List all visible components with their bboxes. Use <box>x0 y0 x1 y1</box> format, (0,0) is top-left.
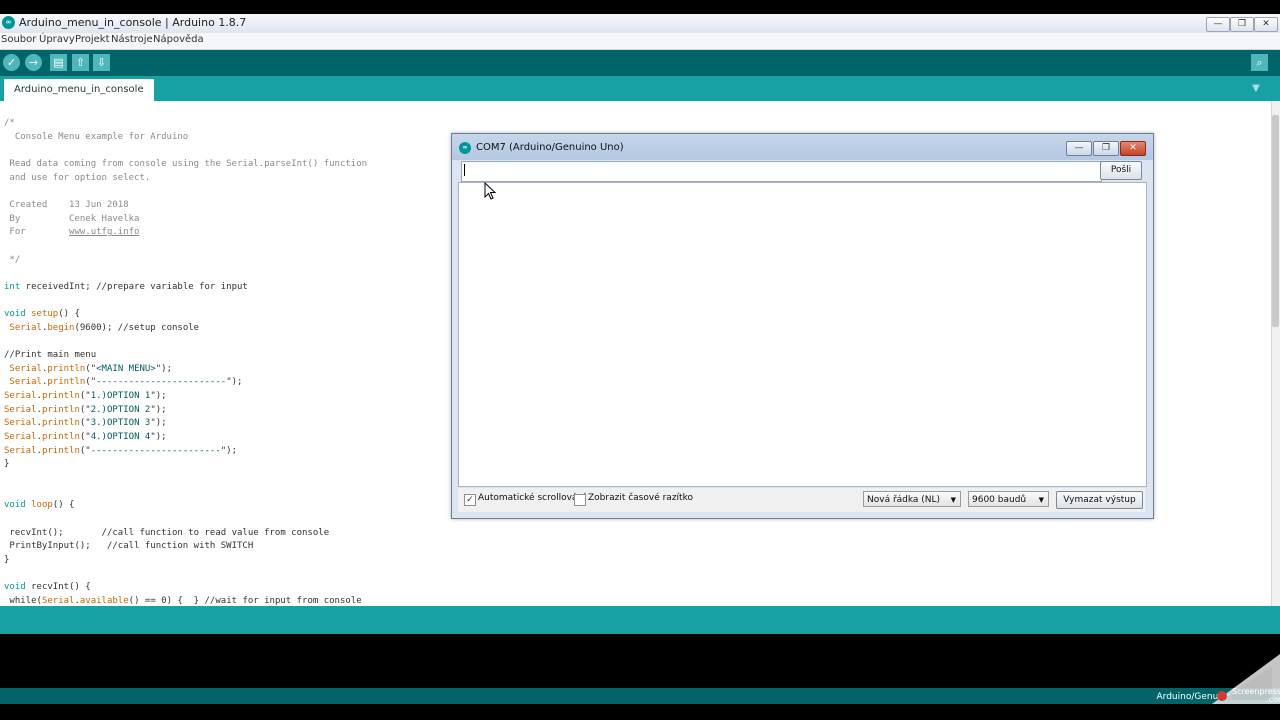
baud-rate-select[interactable]: 9600 baudů ▼ <box>968 491 1049 507</box>
new-file-icon: ▤ <box>53 56 64 69</box>
new-button[interactable]: ▤ <box>50 54 67 71</box>
menu-projekt[interactable]: Projekt <box>75 34 110 45</box>
close-button[interactable]: ✕ <box>1254 17 1278 32</box>
autoscroll-label[interactable]: Automatické scrollování <box>478 493 586 503</box>
timestamp-checkbox[interactable] <box>574 494 586 506</box>
code-line: Serial.println("1.)OPTION 1"); <box>4 391 167 402</box>
serial-input-field[interactable] <box>461 161 1102 182</box>
menu-upravy[interactable]: Úpravy <box>39 34 75 45</box>
serial-monitor-button[interactable]: ⌕ <box>1251 54 1268 71</box>
arduino-logo-icon: ∞ <box>2 16 15 29</box>
magnifier-icon: ⌕ <box>1256 56 1263 69</box>
window-title: Arduino_menu_in_console | Arduino 1.8.7 <box>19 16 247 29</box>
code-line: void loop() { <box>4 500 75 511</box>
baud-rate-value: 9600 baudů <box>972 495 1027 505</box>
code-line: Read data coming from console using the … <box>4 158 368 169</box>
code-line: By Cenek Havelka <box>4 213 140 224</box>
restore-button[interactable]: ❐ <box>1230 17 1254 32</box>
minimize-button[interactable]: — <box>1206 17 1230 32</box>
serial-output-area[interactable] <box>458 182 1147 487</box>
menu-nastroje[interactable]: Nástroje <box>111 34 153 45</box>
code-line: Serial.println("3.)OPTION 3"); <box>4 418 167 429</box>
serial-monitor-window: ∞ COM7 (Arduino/Genuino Uno) — ❐ ✕ Pošli… <box>451 133 1154 519</box>
scrollbar-thumb[interactable] <box>1272 115 1279 327</box>
open-icon: ⇧ <box>75 56 86 69</box>
check-icon: ✓ <box>466 495 474 505</box>
menu-soubor[interactable]: Soubor <box>1 34 36 45</box>
serial-close-button[interactable]: ✕ <box>1120 141 1146 156</box>
code-line: PrintByInput(); //call function with SWI… <box>4 541 254 552</box>
code-line: Created 13 Jun 2018 <box>4 199 129 210</box>
code-line: } <box>4 555 10 565</box>
arduino-logo-icon: ∞ <box>459 142 471 154</box>
save-icon: ⇩ <box>96 56 107 69</box>
code-line: void recvInt() { <box>4 582 91 593</box>
code-line: Serial.println("------------------------… <box>4 445 238 456</box>
upload-button[interactable]: → <box>25 54 42 71</box>
check-icon: ✓ <box>6 56 17 69</box>
open-button[interactable]: ⇧ <box>72 54 89 71</box>
serial-minimize-button[interactable]: — <box>1066 141 1092 156</box>
code-line: Serial.println("------------------------… <box>9 377 243 388</box>
line-ending-value: Nová řádka (NL) <box>867 495 941 505</box>
serial-monitor-titlebar[interactable]: ∞ COM7 (Arduino/Genuino Uno) — ❐ ✕ <box>452 134 1153 160</box>
send-button[interactable]: Pošli <box>1100 161 1142 180</box>
toolbar: ✓ → ▤ ⇧ ⇩ ⌕ <box>0 50 1280 76</box>
chevron-down-icon: ▼ <box>1038 496 1044 504</box>
arrow-right-icon: → <box>28 56 39 69</box>
menu-bar: Soubor Úpravy Projekt Nástroje Nápověda <box>0 33 1280 50</box>
code-line: while(Serial.available() == 0) { } //wai… <box>4 595 362 606</box>
autoscroll-checkbox[interactable]: ✓ <box>464 494 476 506</box>
code-line: Serial.println("4.)OPTION 4"); <box>4 432 167 443</box>
serial-options-bar: ✓ Automatické scrollování Zobrazit časov… <box>458 488 1145 512</box>
clear-output-button[interactable]: Vymazat výstup <box>1056 491 1143 509</box>
code-line: Serial.println("2.)OPTION 2"); <box>4 404 167 415</box>
mouse-pointer-icon <box>484 182 496 200</box>
code-line: For www.utfg.info <box>4 227 140 238</box>
serial-monitor-title: COM7 (Arduino/Genuino Uno) <box>476 142 624 153</box>
chevron-down-icon: ▼ <box>950 496 956 504</box>
save-button[interactable]: ⇩ <box>93 54 110 71</box>
code-line: int receivedInt; //prepare variable for … <box>4 281 248 292</box>
serial-restore-button[interactable]: ❐ <box>1093 141 1119 156</box>
line-ending-select[interactable]: Nová řádka (NL) ▼ <box>863 491 961 507</box>
code-line: Serial.begin(9600); //setup console <box>9 322 200 333</box>
status-bar: Arduino/Genuino <box>0 688 1280 704</box>
timestamp-label[interactable]: Zobrazit časové razítko <box>588 493 693 503</box>
code-line: /* <box>4 118 15 128</box>
code-line: void setup() { <box>4 309 80 320</box>
code-line: } <box>4 459 10 470</box>
tab-bar: Arduino_menu_in_console ▼ <box>0 76 1280 101</box>
watermark-line2: .com <box>1266 695 1280 704</box>
tab-arduino-menu-in-console[interactable]: Arduino_menu_in_console <box>4 79 154 101</box>
tab-menu-chevron-down-icon[interactable]: ▼ <box>1249 82 1263 95</box>
window-titlebar: ∞ Arduino_menu_in_console | Arduino 1.8.… <box>0 14 1280 34</box>
code-line: //Print main menu <box>4 350 97 361</box>
watermark-text: Screenpresso .com <box>1232 688 1280 704</box>
message-area <box>0 606 1280 634</box>
code-line: Console Menu example for Arduino <box>4 131 189 142</box>
text-caret <box>464 164 465 176</box>
code-text: /* Console Menu example for Arduino Read… <box>4 117 367 606</box>
code-line: */ <box>4 254 21 265</box>
verify-button[interactable]: ✓ <box>3 54 20 71</box>
code-line: recvInt(); //call function to read value… <box>4 527 330 538</box>
menu-napoveda[interactable]: Nápověda <box>153 34 204 45</box>
code-line: and use for option select. <box>4 172 151 183</box>
code-line: Serial.println("<MAIN MENU>"); <box>9 363 173 374</box>
